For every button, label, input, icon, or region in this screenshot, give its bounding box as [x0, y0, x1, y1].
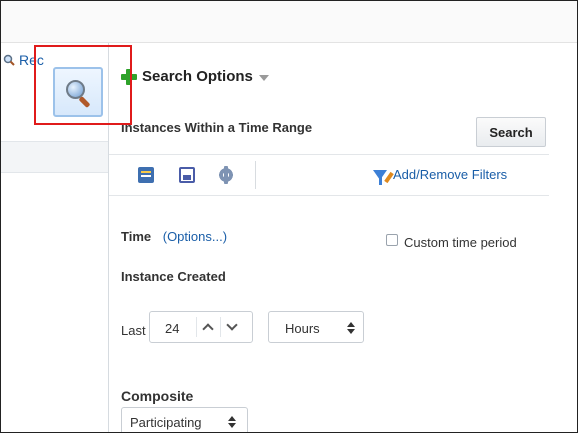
- amount-stepper[interactable]: 24: [149, 311, 253, 343]
- search-options-header[interactable]: Search Options: [121, 68, 269, 85]
- top-header-bar: [1, 1, 577, 43]
- time-options-link[interactable]: (Options...): [163, 229, 227, 244]
- select-arrows-icon: [228, 416, 236, 428]
- time-unit-select[interactable]: Hours: [268, 311, 364, 343]
- search-button[interactable]: Search: [476, 117, 546, 147]
- chevron-up-icon: [202, 323, 214, 335]
- time-row: Time (Options...): [121, 229, 227, 244]
- chevron-down-icon: [258, 74, 269, 81]
- settings-gear-icon[interactable]: [218, 166, 234, 184]
- custom-time-period-checkbox[interactable]: [386, 234, 398, 246]
- filters-link-label: Add/Remove Filters: [393, 167, 508, 182]
- add-remove-filters-link[interactable]: Add/Remove Filters: [373, 167, 508, 185]
- composite-value: Participating: [130, 415, 202, 430]
- left-pane-row[interactable]: [1, 141, 108, 173]
- highlight-box: [34, 45, 132, 125]
- saved-query-icon[interactable]: [138, 167, 154, 183]
- search-toolbar: Add/Remove Filters: [109, 154, 549, 196]
- filter-icon: [373, 169, 394, 185]
- time-label: Time: [121, 229, 152, 244]
- magnifier-icon: [3, 53, 15, 66]
- increment-button[interactable]: [196, 317, 219, 337]
- custom-time-period-label: Custom time period: [404, 235, 517, 250]
- toolbar-divider: [255, 161, 256, 189]
- time-range-label: Instances Within a Time Range: [121, 120, 313, 135]
- save-icon[interactable]: [179, 167, 195, 183]
- search-panel: Search Options Instances Within a Time R…: [109, 43, 577, 432]
- composite-select[interactable]: Participating: [121, 407, 248, 432]
- instance-created-label: Instance Created: [121, 269, 226, 284]
- search-options-title: Search Options: [142, 68, 253, 85]
- app-window: Rec Search Options Instances Within a Ti…: [0, 0, 578, 433]
- select-arrows-icon: [347, 322, 355, 334]
- amount-value[interactable]: 24: [165, 321, 179, 336]
- time-unit-value: Hours: [285, 321, 320, 336]
- last-label: Last: [121, 323, 146, 338]
- composite-label: Composite: [121, 388, 194, 404]
- chevron-down-icon: [226, 319, 238, 331]
- decrement-button[interactable]: [220, 317, 243, 337]
